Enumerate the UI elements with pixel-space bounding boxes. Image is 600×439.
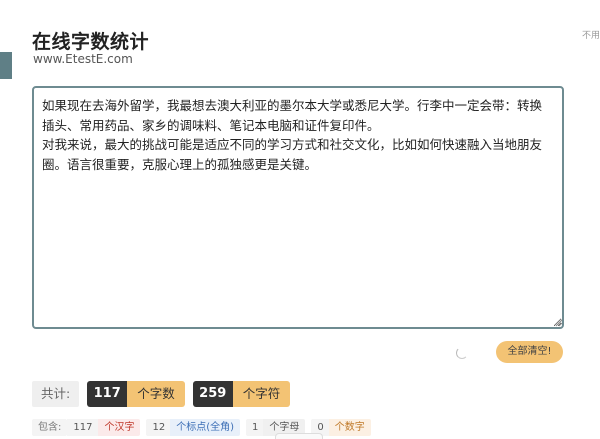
bottom-tab-handle[interactable] [275,433,323,439]
char-count-unit: 个字数 [127,381,185,407]
breakdown-unit: 个标点(全角) [170,418,241,436]
breakdown-count: 12 [146,418,171,436]
breakdown-item-punctuation: 12 个标点(全角) [146,418,241,436]
totals-label: 共计: [32,381,80,407]
breakdown-unit: 个汉字 [98,418,141,436]
totals-summary: 共计: 117 个字数 259 个字符 [32,381,291,407]
symbol-count-unit: 个字符 [232,381,291,407]
top-right-text: 不用 [581,31,600,41]
breakdown-item-hanzi: 117 个汉字 [67,418,141,436]
page-title: 在线字数统计 [32,31,150,53]
breakdown-count: 117 [67,418,99,436]
breakdown-summary: 包含: 117 个汉字 12 个标点(全角) 1 个字母 0 个数字 [32,418,377,436]
symbol-count-value: 259 [192,381,233,407]
clear-all-button[interactable]: 全部清空! [496,341,563,363]
side-strip [0,52,12,79]
word-count-page: 不用 在线字数统计 www.EtestE.com 全部清空! 共计: 117 个… [0,0,600,439]
breakdown-label: 包含: [32,418,68,436]
breakdown-unit: 个数字 [328,418,371,436]
text-input-area[interactable] [32,86,564,329]
breakdown-count: 1 [246,418,264,436]
char-count-value: 117 [87,381,128,407]
loading-spinner-icon [456,347,468,359]
site-url-link[interactable]: www.EtestE.com [33,52,133,66]
